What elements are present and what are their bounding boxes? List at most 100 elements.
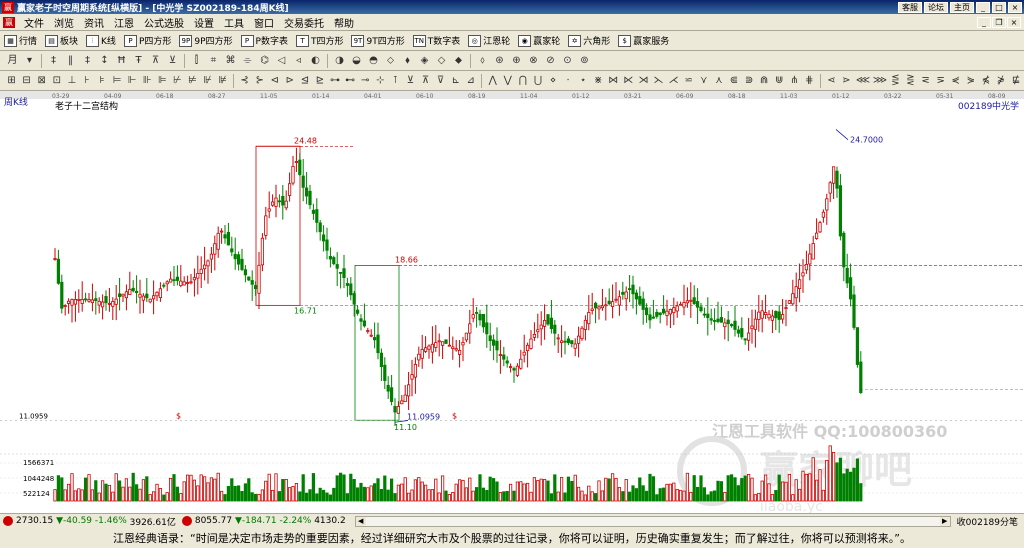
analysis-tool-32-icon[interactable]: ⋁ xyxy=(502,74,513,87)
menu-file[interactable]: 文件 xyxy=(19,15,49,30)
analysis-tool-41-icon[interactable]: ⋊ xyxy=(638,74,649,87)
analysis-tool-54-icon[interactable]: ⋗ xyxy=(841,74,852,87)
analysis-tool-64-icon[interactable]: ⋡ xyxy=(995,74,1006,87)
ruler-icon[interactable]: ◐ xyxy=(309,54,322,67)
analysis-tool-47-icon[interactable]: ⋐ xyxy=(728,74,739,87)
period-select[interactable]: 月 xyxy=(6,54,19,67)
homepage-button[interactable]: 主页 xyxy=(950,1,974,13)
analysis-tool-57-icon[interactable]: ⋚ xyxy=(890,74,901,87)
analysis-tool-56-icon[interactable]: ⋙ xyxy=(873,74,887,87)
period-dropdown-icon[interactable]: ▾ xyxy=(23,54,36,67)
zigzag-icon[interactable]: ⊕ xyxy=(510,54,523,67)
menu-browse[interactable]: 浏览 xyxy=(49,15,79,30)
menu-formula[interactable]: 公式选股 xyxy=(139,15,189,30)
delete-icon[interactable]: ⫿ xyxy=(190,54,203,67)
analysis-tool-6-icon[interactable]: ⊧ xyxy=(96,74,107,87)
analysis-tool-9-icon[interactable]: ⊪ xyxy=(142,74,153,87)
analysis-tool-24-icon[interactable]: ⊹ xyxy=(375,74,386,87)
circle-icon[interactable]: ⌘ xyxy=(224,54,237,67)
analysis-tool-15-icon[interactable]: ⊰ xyxy=(239,74,250,87)
kline-chart[interactable]: 03-29 04-09 06-18 08-27 11-05 01-14 04-01 06-10… xyxy=(0,91,1024,515)
cycle-icon[interactable]: ⬨ xyxy=(476,54,489,67)
fan-icon[interactable]: ⊼ xyxy=(149,54,162,67)
period-icon[interactable]: ◈ xyxy=(418,54,431,67)
analysis-tool-13-icon[interactable]: ⊮ xyxy=(202,74,213,87)
analysis-tool-40-icon[interactable]: ⋉ xyxy=(623,74,634,87)
spiral-icon[interactable]: ⊛ xyxy=(493,54,506,67)
dash-icon[interactable]: ↕ xyxy=(98,54,111,67)
line-icon[interactable]: ‡ xyxy=(81,54,94,67)
analysis-tool-4-icon[interactable]: ⊥ xyxy=(66,74,77,87)
toolbar-button-9p-square[interactable]: 9P 9P四方形 xyxy=(175,32,236,50)
cursor-icon[interactable]: ‡ xyxy=(47,54,60,67)
analysis-tool-48-icon[interactable]: ⋑ xyxy=(743,74,754,87)
analysis-tool-59-icon[interactable]: ⋜ xyxy=(920,74,931,87)
toolbar-button-9t-square[interactable]: 9T 9T四方形 xyxy=(347,32,408,50)
analysis-tool-11-icon[interactable]: ⊬ xyxy=(172,74,183,87)
toolbar-button-p-table[interactable]: P P数字表 xyxy=(237,32,292,50)
analysis-tool-14-icon[interactable]: ⊯ xyxy=(217,74,228,87)
analysis-tool-0-icon[interactable]: ⊞ xyxy=(6,74,17,87)
analysis-tool-46-icon[interactable]: ⋏ xyxy=(713,74,724,87)
analysis-tool-60-icon[interactable]: ⋝ xyxy=(935,74,946,87)
menu-gann[interactable]: 江恩 xyxy=(109,15,139,30)
analysis-tool-18-icon[interactable]: ⊳ xyxy=(284,74,295,87)
mdi-close-icon[interactable]: × xyxy=(1007,16,1021,28)
analysis-tool-58-icon[interactable]: ⋛ xyxy=(905,74,916,87)
toolbar-button-grid[interactable]: ▦ 行情 xyxy=(0,32,41,50)
analysis-tool-21-icon[interactable]: ⊶ xyxy=(330,74,341,87)
analysis-tool-20-icon[interactable]: ⊵ xyxy=(314,74,325,87)
bell-icon[interactable]: ⌗ xyxy=(207,54,220,67)
bar-icon[interactable]: ‖ xyxy=(64,54,77,67)
star-icon[interactable]: ◁ xyxy=(275,54,288,67)
analysis-tool-39-icon[interactable]: ⋈ xyxy=(608,74,619,87)
triangle-icon[interactable]: ⌬ xyxy=(258,54,271,67)
tick-data-label[interactable]: 收002189分笔 xyxy=(957,515,1024,528)
analysis-tool-28-icon[interactable]: ⊽ xyxy=(435,74,446,87)
menu-trade[interactable]: 交易委托 xyxy=(279,15,329,30)
target-icon[interactable]: ◇ xyxy=(435,54,448,67)
analysis-tool-43-icon[interactable]: ⋌ xyxy=(668,74,679,87)
forum-button[interactable]: 论坛 xyxy=(924,1,948,13)
minimize-icon[interactable]: _ xyxy=(976,1,990,13)
arrow-icon[interactable]: Ħ xyxy=(115,54,128,67)
analysis-tool-23-icon[interactable]: ⊸ xyxy=(360,74,371,87)
analysis-tool-51-icon[interactable]: ⋔ xyxy=(789,74,800,87)
toolbar-button-service[interactable]: $ 赢家服务 xyxy=(614,32,673,50)
scroll-left-icon[interactable]: ◀ xyxy=(355,516,366,526)
mdi-minimize-icon[interactable]: _ xyxy=(977,16,991,28)
analysis-tool-8-icon[interactable]: ⊩ xyxy=(127,74,138,87)
analysis-tool-52-icon[interactable]: ⋕ xyxy=(804,74,815,87)
toolbar-button-p-square[interactable]: P P四方形 xyxy=(120,32,175,50)
analysis-tool-35-icon[interactable]: ⋄ xyxy=(547,74,558,87)
cross-icon[interactable]: ⊻ xyxy=(166,54,179,67)
wave-icon[interactable]: ◒ xyxy=(350,54,363,67)
analysis-tool-36-icon[interactable]: ⋅ xyxy=(563,74,574,87)
analysis-tool-34-icon[interactable]: ⋃ xyxy=(532,74,543,87)
analysis-tool-50-icon[interactable]: ⋓ xyxy=(774,74,785,87)
menu-window[interactable]: 窗口 xyxy=(249,15,279,30)
analysis-tool-26-icon[interactable]: ⊻ xyxy=(405,74,416,87)
analysis-tool-63-icon[interactable]: ⋠ xyxy=(980,74,991,87)
toolbar-button-t-table[interactable]: TN T数字表 xyxy=(409,32,465,50)
toolbar-button-gann-wheel[interactable]: ◎ 江恩轮 xyxy=(464,32,514,50)
pitch-icon[interactable]: ⊗ xyxy=(527,54,540,67)
print-icon[interactable]: ⊚ xyxy=(578,54,591,67)
analysis-tool-44-icon[interactable]: ⋍ xyxy=(683,74,694,87)
toolbar-button-t-square[interactable]: T T四方形 xyxy=(292,32,348,50)
analysis-tool-19-icon[interactable]: ⊴ xyxy=(299,74,310,87)
menu-help[interactable]: 帮助 xyxy=(329,15,359,30)
curve-icon[interactable]: ◓ xyxy=(367,54,380,67)
analysis-tool-65-icon[interactable]: ⋢ xyxy=(1011,74,1022,87)
grid2-icon[interactable]: ◑ xyxy=(333,54,346,67)
analysis-tool-37-icon[interactable]: ⋆ xyxy=(578,74,589,87)
toolbar-button-winner-wheel[interactable]: ◉ 赢家轮 xyxy=(514,32,564,50)
analysis-tool-62-icon[interactable]: ⋟ xyxy=(965,74,976,87)
sh-index[interactable]: 2730.15 ▼-40.59 -1.46% 3926.61亿 xyxy=(0,515,179,528)
mdi-restore-icon[interactable]: ❐ xyxy=(992,16,1006,28)
analysis-tool-17-icon[interactable]: ⊲ xyxy=(269,74,280,87)
chart-area[interactable]: 03-29 04-09 06-18 08-27 11-05 01-14 04-01 06-10… xyxy=(0,91,1024,515)
analysis-tool-53-icon[interactable]: ⋖ xyxy=(826,74,837,87)
analysis-tool-45-icon[interactable]: ⋎ xyxy=(698,74,709,87)
menu-tools[interactable]: 工具 xyxy=(219,15,249,30)
